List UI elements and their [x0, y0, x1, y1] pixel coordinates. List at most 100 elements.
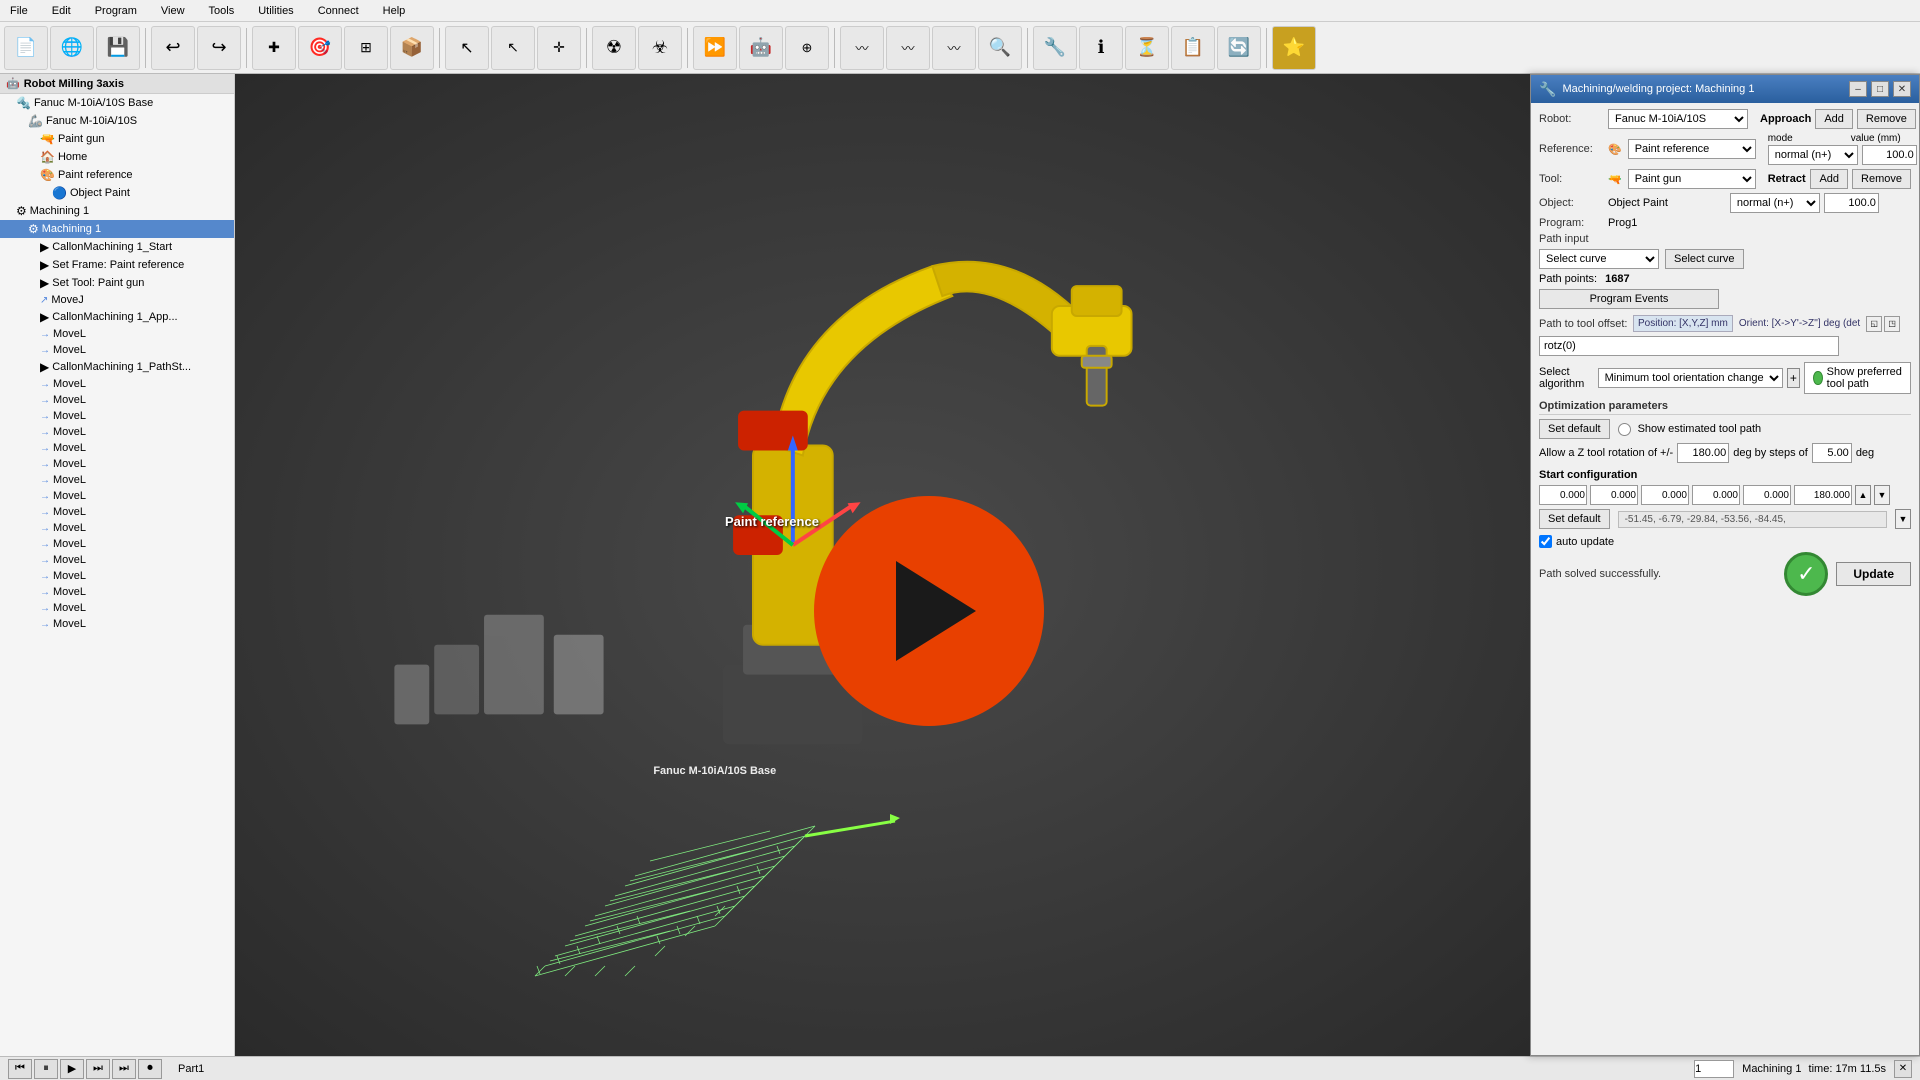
timer-button[interactable]: ⏳	[1125, 26, 1169, 70]
select-curve-button[interactable]: Select curve	[1665, 249, 1744, 269]
sidebar-item-movel9[interactable]: → MoveL	[0, 472, 234, 488]
start-config-input-4[interactable]	[1743, 485, 1791, 505]
auto-update-checkbox[interactable]	[1539, 535, 1552, 548]
undo-button[interactable]: ↩	[151, 26, 195, 70]
sidebar-item-paint-gun[interactable]: 🔫 Paint gun	[0, 130, 234, 148]
robot-select[interactable]: Fanuc M-10iA/10S	[1608, 109, 1748, 129]
playback-step-fwd[interactable]: ⏭	[86, 1059, 110, 1079]
playback-to-end[interactable]: ⏭	[112, 1059, 136, 1079]
path2-button[interactable]: 〰	[886, 26, 930, 70]
deg-steps-input[interactable]	[1812, 443, 1852, 463]
select-curve-dropdown[interactable]: Select curve	[1539, 249, 1659, 269]
algo-select[interactable]: Minimum tool orientation change	[1598, 368, 1783, 388]
fastforward-button[interactable]: ⏩	[693, 26, 737, 70]
target-button[interactable]: 🎯	[298, 26, 342, 70]
playback-to-start[interactable]: ⏮	[8, 1059, 32, 1079]
fit-button[interactable]: ⊞	[344, 26, 388, 70]
menu-edit[interactable]: Edit	[46, 3, 77, 19]
reference-select[interactable]: Paint reference	[1628, 139, 1756, 159]
start-config-input-5[interactable]	[1794, 485, 1852, 505]
redo-button[interactable]: ↪	[197, 26, 241, 70]
move-button[interactable]: ✛	[537, 26, 581, 70]
approach-value-input[interactable]	[1862, 145, 1917, 165]
menu-utilities[interactable]: Utilities	[252, 3, 299, 19]
sidebar-item-movel6[interactable]: → MoveL	[0, 424, 234, 440]
sidebar-item-movel2[interactable]: → MoveL	[0, 342, 234, 358]
start-config-input-1[interactable]	[1590, 485, 1638, 505]
box-button[interactable]: 📦	[390, 26, 434, 70]
sidebar-item-movel15[interactable]: → MoveL	[0, 568, 234, 584]
sidebar-item-machining1[interactable]: ⚙ Machining 1	[0, 220, 234, 238]
open-button[interactable]: 🌐	[50, 26, 94, 70]
algo-add-button[interactable]: +	[1787, 368, 1801, 388]
zoom-button[interactable]: 🔍	[978, 26, 1022, 70]
select-button[interactable]: ↖	[445, 26, 489, 70]
sidebar-item-movel8[interactable]: → MoveL	[0, 456, 234, 472]
start-config-input-0[interactable]	[1539, 485, 1587, 505]
z-rotation-input[interactable]	[1677, 443, 1729, 463]
start-config-down-button[interactable]: ▼	[1874, 485, 1890, 505]
dialog-close-button[interactable]: ✕	[1893, 81, 1911, 97]
sidebar-item-movel12[interactable]: → MoveL	[0, 520, 234, 536]
dialog-restore-button[interactable]: □	[1871, 81, 1889, 97]
path3-button[interactable]: 〰	[932, 26, 976, 70]
retract-remove-button[interactable]: Remove	[1852, 169, 1911, 189]
select-alt-button[interactable]: ↖	[491, 26, 535, 70]
sidebar-item-setframe[interactable]: ▶ Set Frame: Paint reference	[0, 256, 234, 274]
set-default2-button[interactable]: Set default	[1539, 509, 1610, 529]
program-events-button[interactable]: Program Events	[1539, 289, 1719, 309]
playback-play[interactable]: ▶	[60, 1059, 84, 1079]
start-config-input-2[interactable]	[1641, 485, 1689, 505]
sidebar-item-movel1[interactable]: → MoveL	[0, 326, 234, 342]
radiation2-button[interactable]: ☣	[638, 26, 682, 70]
menu-view[interactable]: View	[155, 3, 191, 19]
orient-icon1[interactable]: ◱	[1866, 316, 1882, 332]
show-estimated-tool-row[interactable]: Show estimated tool path	[1618, 423, 1762, 436]
start-config-preset-dropdown[interactable]: ▼	[1895, 509, 1911, 529]
menu-help[interactable]: Help	[377, 3, 412, 19]
approach-add-button[interactable]: Add	[1815, 109, 1853, 129]
retract-value-input[interactable]	[1824, 193, 1879, 213]
statusbar-close-button[interactable]: ✕	[1894, 1060, 1912, 1078]
show-preferred-tool-button[interactable]: Show preferred tool path	[1804, 362, 1911, 394]
retract-mode-select[interactable]: normal (n+)	[1730, 193, 1820, 213]
sidebar-item-movel5[interactable]: → MoveL	[0, 408, 234, 424]
tool-select[interactable]: Paint gun	[1628, 169, 1756, 189]
robot-button[interactable]: 🤖	[739, 26, 783, 70]
sync-button[interactable]: 🔄	[1217, 26, 1261, 70]
sidebar-item-callmach-app[interactable]: ▶ CallonMachining 1_App...	[0, 308, 234, 326]
sidebar-item-movel4[interactable]: → MoveL	[0, 392, 234, 408]
set-default-button[interactable]: Set default	[1539, 419, 1610, 439]
sidebar-item-callmach-start[interactable]: ▶ CallonMachining 1_Start	[0, 238, 234, 256]
sidebar-item-movel13[interactable]: → MoveL	[0, 536, 234, 552]
sidebar-item-paint-ref[interactable]: 🎨 Paint reference	[0, 166, 234, 184]
approach-remove-button[interactable]: Remove	[1857, 109, 1916, 129]
sidebar-item-machining1-group[interactable]: ⚙ Machining 1	[0, 202, 234, 220]
menu-connect[interactable]: Connect	[312, 3, 365, 19]
sidebar-item-movel14[interactable]: → MoveL	[0, 552, 234, 568]
sidebar-item-movel17[interactable]: → MoveL	[0, 600, 234, 616]
start-config-up-button[interactable]: ▲	[1855, 485, 1871, 505]
sidebar-item-fanuc-robot[interactable]: 🦾 Fanuc M-10iA/10S	[0, 112, 234, 130]
list-button[interactable]: 📋	[1171, 26, 1215, 70]
info-button[interactable]: ℹ	[1079, 26, 1123, 70]
save-button[interactable]: 💾	[96, 26, 140, 70]
start-config-input-3[interactable]	[1692, 485, 1740, 505]
orient-icon2[interactable]: ◳	[1884, 316, 1900, 332]
playback-pause[interactable]: ⏸	[34, 1059, 58, 1079]
viewport[interactable]: Fanuc M-10iA/10S Base Paint reference	[235, 74, 1530, 1056]
sidebar-item-movej1[interactable]: ↗ MoveJ	[0, 292, 234, 308]
menu-file[interactable]: File	[4, 3, 34, 19]
path1-button[interactable]: 〰	[840, 26, 884, 70]
sidebar-item-movel7[interactable]: → MoveL	[0, 440, 234, 456]
update-button[interactable]: Update	[1836, 562, 1911, 586]
sidebar-item-movel3[interactable]: → MoveL	[0, 376, 234, 392]
sidebar-item-settool[interactable]: ▶ Set Tool: Paint gun	[0, 274, 234, 292]
add-robot-button[interactable]: ⊕	[785, 26, 829, 70]
sidebar-item-callmach-pathst[interactable]: ▶ CallonMachining 1_PathSt...	[0, 358, 234, 376]
retract-add-button[interactable]: Add	[1810, 169, 1848, 189]
menu-program[interactable]: Program	[89, 3, 143, 19]
play-overlay-button[interactable]	[814, 496, 1044, 726]
page-number-input[interactable]	[1694, 1060, 1734, 1078]
path-offset-input[interactable]	[1539, 336, 1839, 356]
